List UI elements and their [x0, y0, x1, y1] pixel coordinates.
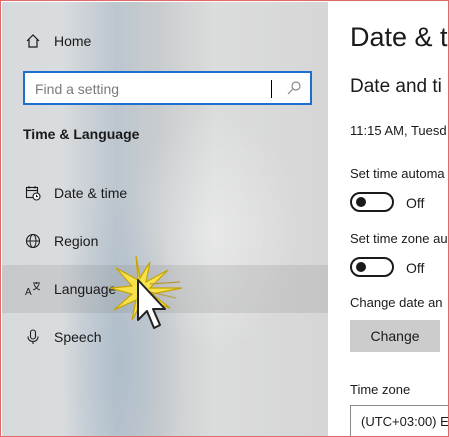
svg-text:A: A	[25, 287, 32, 297]
change-button[interactable]: Change	[350, 320, 440, 352]
sidebar-item-label: Home	[54, 33, 92, 49]
main-content: Date & t Date and ti 11:15 AM, Tuesd Set…	[328, 2, 449, 436]
toggle-knob	[356, 197, 366, 207]
microphone-icon	[24, 328, 42, 346]
section-subtitle: Date and ti	[350, 76, 442, 97]
search-box[interactable]	[23, 71, 312, 105]
sidebar-item-language[interactable]: A Language	[2, 265, 328, 313]
settings-window: Home Time & Language Date & time Region …	[0, 0, 449, 437]
toggle-state-label: Off	[406, 195, 425, 211]
set-time-auto-toggle[interactable]	[350, 192, 394, 212]
globe-icon	[24, 232, 42, 250]
section-title: Time & Language	[23, 126, 140, 142]
timezone-value: (UTC+03:00) E	[361, 414, 449, 429]
timezone-select[interactable]: (UTC+03:00) E	[350, 405, 449, 436]
current-time: 11:15 AM, Tuesd	[350, 123, 447, 138]
sidebar-item-label: Region	[54, 233, 99, 249]
toggle-knob	[356, 262, 366, 272]
set-time-auto-label: Set time automa	[350, 166, 445, 181]
sidebar-item-home[interactable]: Home	[2, 17, 328, 65]
change-date-label: Change date an	[350, 295, 443, 310]
sidebar-item-label: Date & time	[54, 185, 128, 201]
sidebar-item-date-time[interactable]: Date & time	[2, 169, 328, 217]
set-timezone-auto-label: Set time zone au	[350, 231, 448, 246]
sidebar-item-region[interactable]: Region	[2, 217, 328, 265]
sidebar-item-speech[interactable]: Speech	[2, 313, 328, 361]
home-icon	[24, 32, 42, 50]
language-icon: A	[24, 280, 42, 298]
sidebar-item-label: Speech	[54, 329, 102, 345]
sidebar: Home Time & Language Date & time Region …	[2, 2, 328, 436]
sidebar-item-label: Language	[54, 281, 117, 297]
timezone-label: Time zone	[350, 382, 411, 397]
text-caret	[271, 80, 272, 98]
calendar-clock-icon	[24, 184, 42, 202]
set-timezone-auto-toggle[interactable]	[350, 257, 394, 277]
toggle-state-label: Off	[406, 260, 425, 276]
search-input[interactable]	[35, 79, 275, 99]
search-icon[interactable]	[286, 80, 302, 96]
page-title: Date & t	[350, 22, 448, 52]
